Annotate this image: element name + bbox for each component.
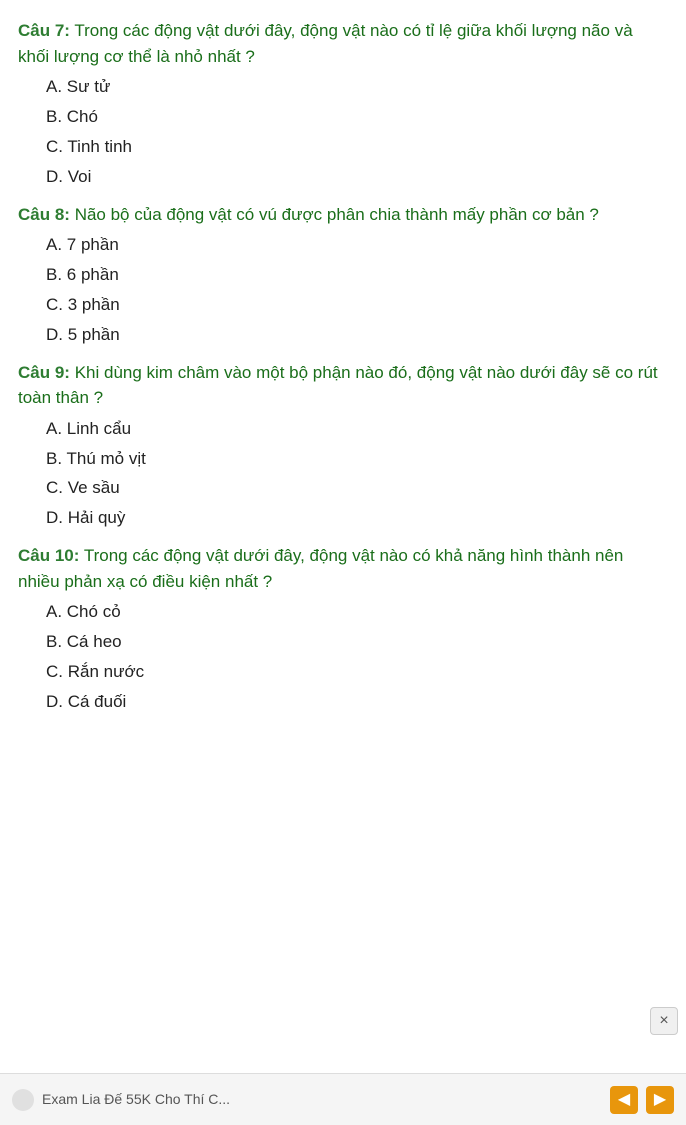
question-q7-option-a[interactable]: A. Sư tử (46, 73, 668, 102)
question-q9-option-a[interactable]: A. Linh cẩu (46, 415, 668, 444)
close-button[interactable]: × (650, 1007, 678, 1035)
question-q9-option-b[interactable]: B. Thú mỏ vịt (46, 445, 668, 474)
question-q7-options: A. Sư tửB. ChóC. Tinh tinhD. Voi (46, 73, 668, 192)
question-q10-option-a[interactable]: A. Chó cỏ (46, 598, 668, 627)
next-icon: ▶ (654, 1088, 666, 1112)
nav-next-button[interactable]: ▶ (646, 1086, 674, 1114)
nav-prev-button[interactable]: ◀ (610, 1086, 638, 1114)
bottom-bar-text: Exam Lia Đế 55K Cho Thí C... (42, 1089, 230, 1110)
bottom-bar-icon (12, 1089, 34, 1111)
question-q7-label: Câu 7: (18, 21, 70, 40)
question-q10-options: A. Chó cỏB. Cá heoC. Rắn nướcD. Cá đuối (46, 598, 668, 717)
question-q9-body: Khi dùng kim châm vào một bộ phận nào đó… (18, 363, 658, 408)
question-q7-text: Câu 7: Trong các động vật dưới đây, động… (18, 18, 668, 69)
question-q7-option-c[interactable]: C. Tinh tinh (46, 133, 668, 162)
questions-container: Câu 7: Trong các động vật dưới đây, động… (18, 18, 668, 717)
question-q10-option-d[interactable]: D. Cá đuối (46, 688, 668, 717)
question-q8-option-c[interactable]: C. 3 phần (46, 291, 668, 320)
question-q8-label: Câu 8: (18, 205, 70, 224)
question-q7-body: Trong các động vật dưới đây, động vật nà… (18, 21, 633, 66)
question-q9-options: A. Linh cẩuB. Thú mỏ vịtC. Ve sầuD. Hải … (46, 415, 668, 534)
question-q10-label: Câu 10: (18, 546, 79, 565)
prev-icon: ◀ (618, 1088, 630, 1112)
question-q10-body: Trong các động vật dưới đây, động vật nà… (18, 546, 623, 591)
question-q10-option-c[interactable]: C. Rắn nước (46, 658, 668, 687)
question-q8-option-b[interactable]: B. 6 phần (46, 261, 668, 290)
question-q8-options: A. 7 phầnB. 6 phầnC. 3 phầnD. 5 phần (46, 231, 668, 350)
question-q10: Câu 10: Trong các động vật dưới đây, độn… (18, 543, 668, 717)
question-q9-option-d[interactable]: D. Hải quỳ (46, 504, 668, 533)
question-q9-label: Câu 9: (18, 363, 70, 382)
question-q10-text: Câu 10: Trong các động vật dưới đây, độn… (18, 543, 668, 594)
close-icon: × (659, 1009, 668, 1033)
bottom-bar: Exam Lia Đế 55K Cho Thí C... ◀ ▶ (0, 1073, 686, 1125)
question-q7-option-b[interactable]: B. Chó (46, 103, 668, 132)
question-q10-option-b[interactable]: B. Cá heo (46, 628, 668, 657)
question-q8-option-a[interactable]: A. 7 phần (46, 231, 668, 260)
question-q9: Câu 9: Khi dùng kim châm vào một bộ phận… (18, 360, 668, 534)
question-q7-option-d[interactable]: D. Voi (46, 163, 668, 192)
question-q9-option-c[interactable]: C. Ve sầu (46, 474, 668, 503)
question-q8-body: Não bộ của động vật có vú được phân chia… (70, 205, 599, 224)
question-q9-text: Câu 9: Khi dùng kim châm vào một bộ phận… (18, 360, 668, 411)
question-q8-option-d[interactable]: D. 5 phần (46, 321, 668, 350)
question-q7: Câu 7: Trong các động vật dưới đây, động… (18, 18, 668, 192)
nav-arrows: ◀ ▶ (610, 1086, 674, 1114)
question-q8: Câu 8: Não bộ của động vật có vú được ph… (18, 202, 668, 350)
question-q8-text: Câu 8: Não bộ của động vật có vú được ph… (18, 202, 668, 228)
